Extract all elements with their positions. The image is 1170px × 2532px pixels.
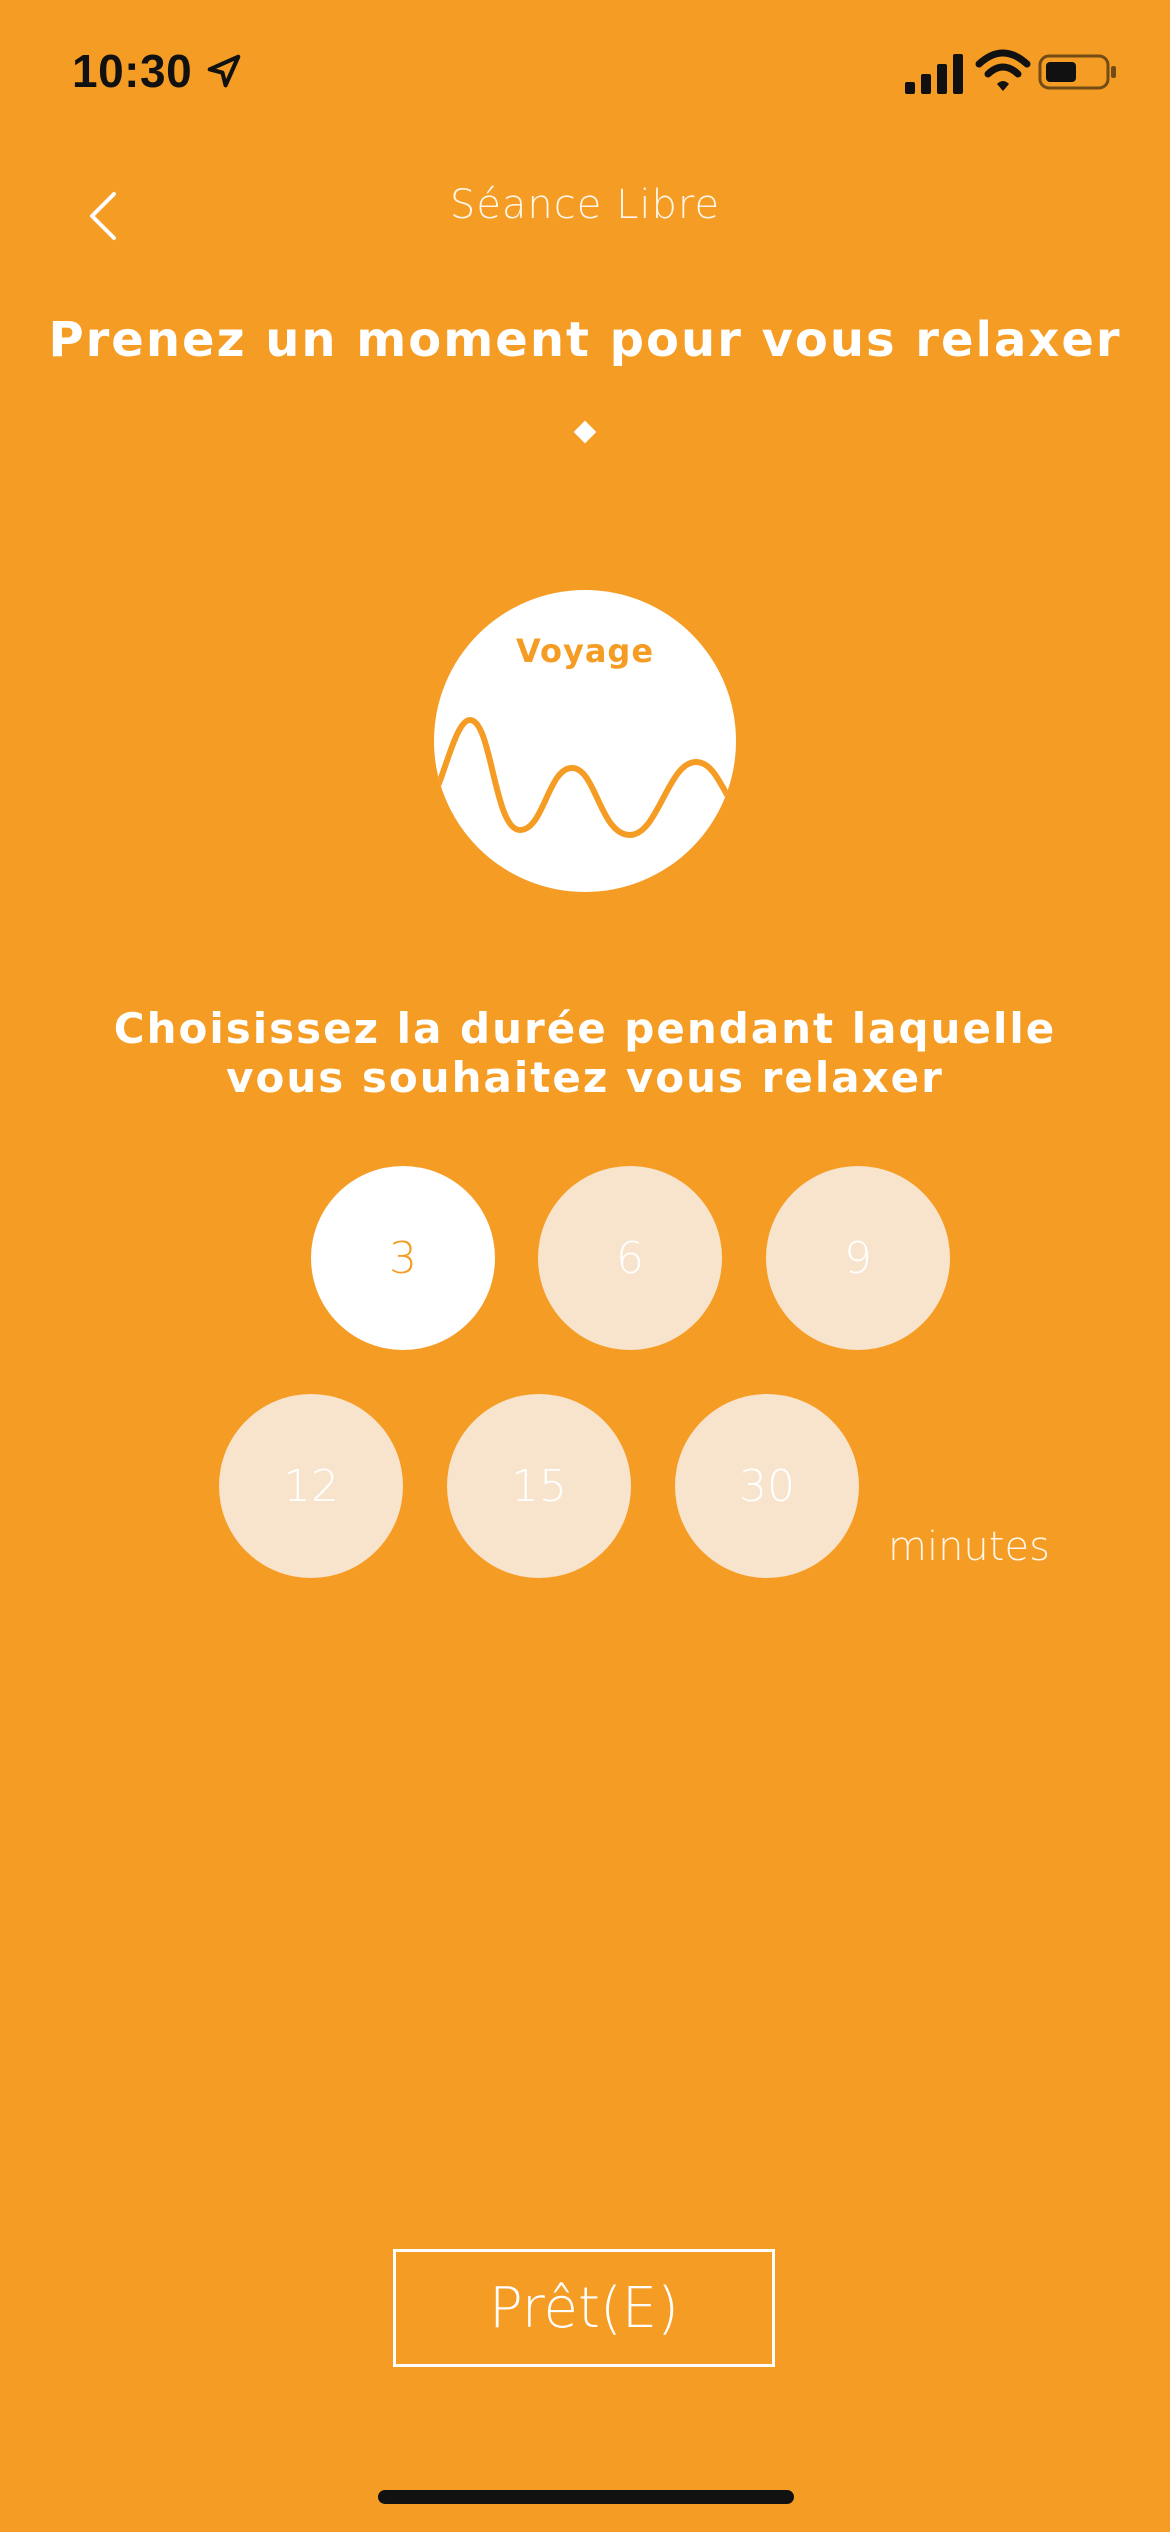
battery-icon (1038, 54, 1116, 90)
nav-title: Séance Libre (449, 182, 721, 228)
status-time: 10:30 (72, 45, 193, 97)
duration-prompt-line-1: Choisissez la durée pendant laquelle (113, 1004, 1057, 1053)
mode-label: Voyage (515, 632, 655, 670)
duration-option-15[interactable]: 15 (447, 1394, 631, 1578)
duration-option-12[interactable]: 12 (219, 1394, 403, 1578)
minutes-label: minutes (888, 1524, 1050, 1570)
wifi-icon (975, 49, 1031, 91)
duration-option-6[interactable]: 6 (538, 1166, 722, 1350)
location-arrow-icon (207, 54, 241, 88)
duration-option-3[interactable]: 3 (311, 1166, 495, 1350)
diamond-divider (573, 420, 597, 444)
duration-option-9[interactable]: 9 (766, 1166, 950, 1350)
duration-prompt: Choisissez la durée pendant laquelle vou… (60, 1004, 1110, 1102)
home-indicator[interactable] (378, 2490, 794, 2504)
duration-option-30[interactable]: 30 (675, 1394, 859, 1578)
duration-prompt-line-2: vous souhaitez vous relaxer (226, 1053, 944, 1102)
page-headline: Prenez un moment pour vous relaxer (48, 312, 1122, 368)
cellular-signal-icon (905, 54, 963, 94)
ready-button[interactable]: Prêt(E) (393, 2249, 775, 2367)
mode-circle[interactable]: Voyage (434, 590, 736, 892)
